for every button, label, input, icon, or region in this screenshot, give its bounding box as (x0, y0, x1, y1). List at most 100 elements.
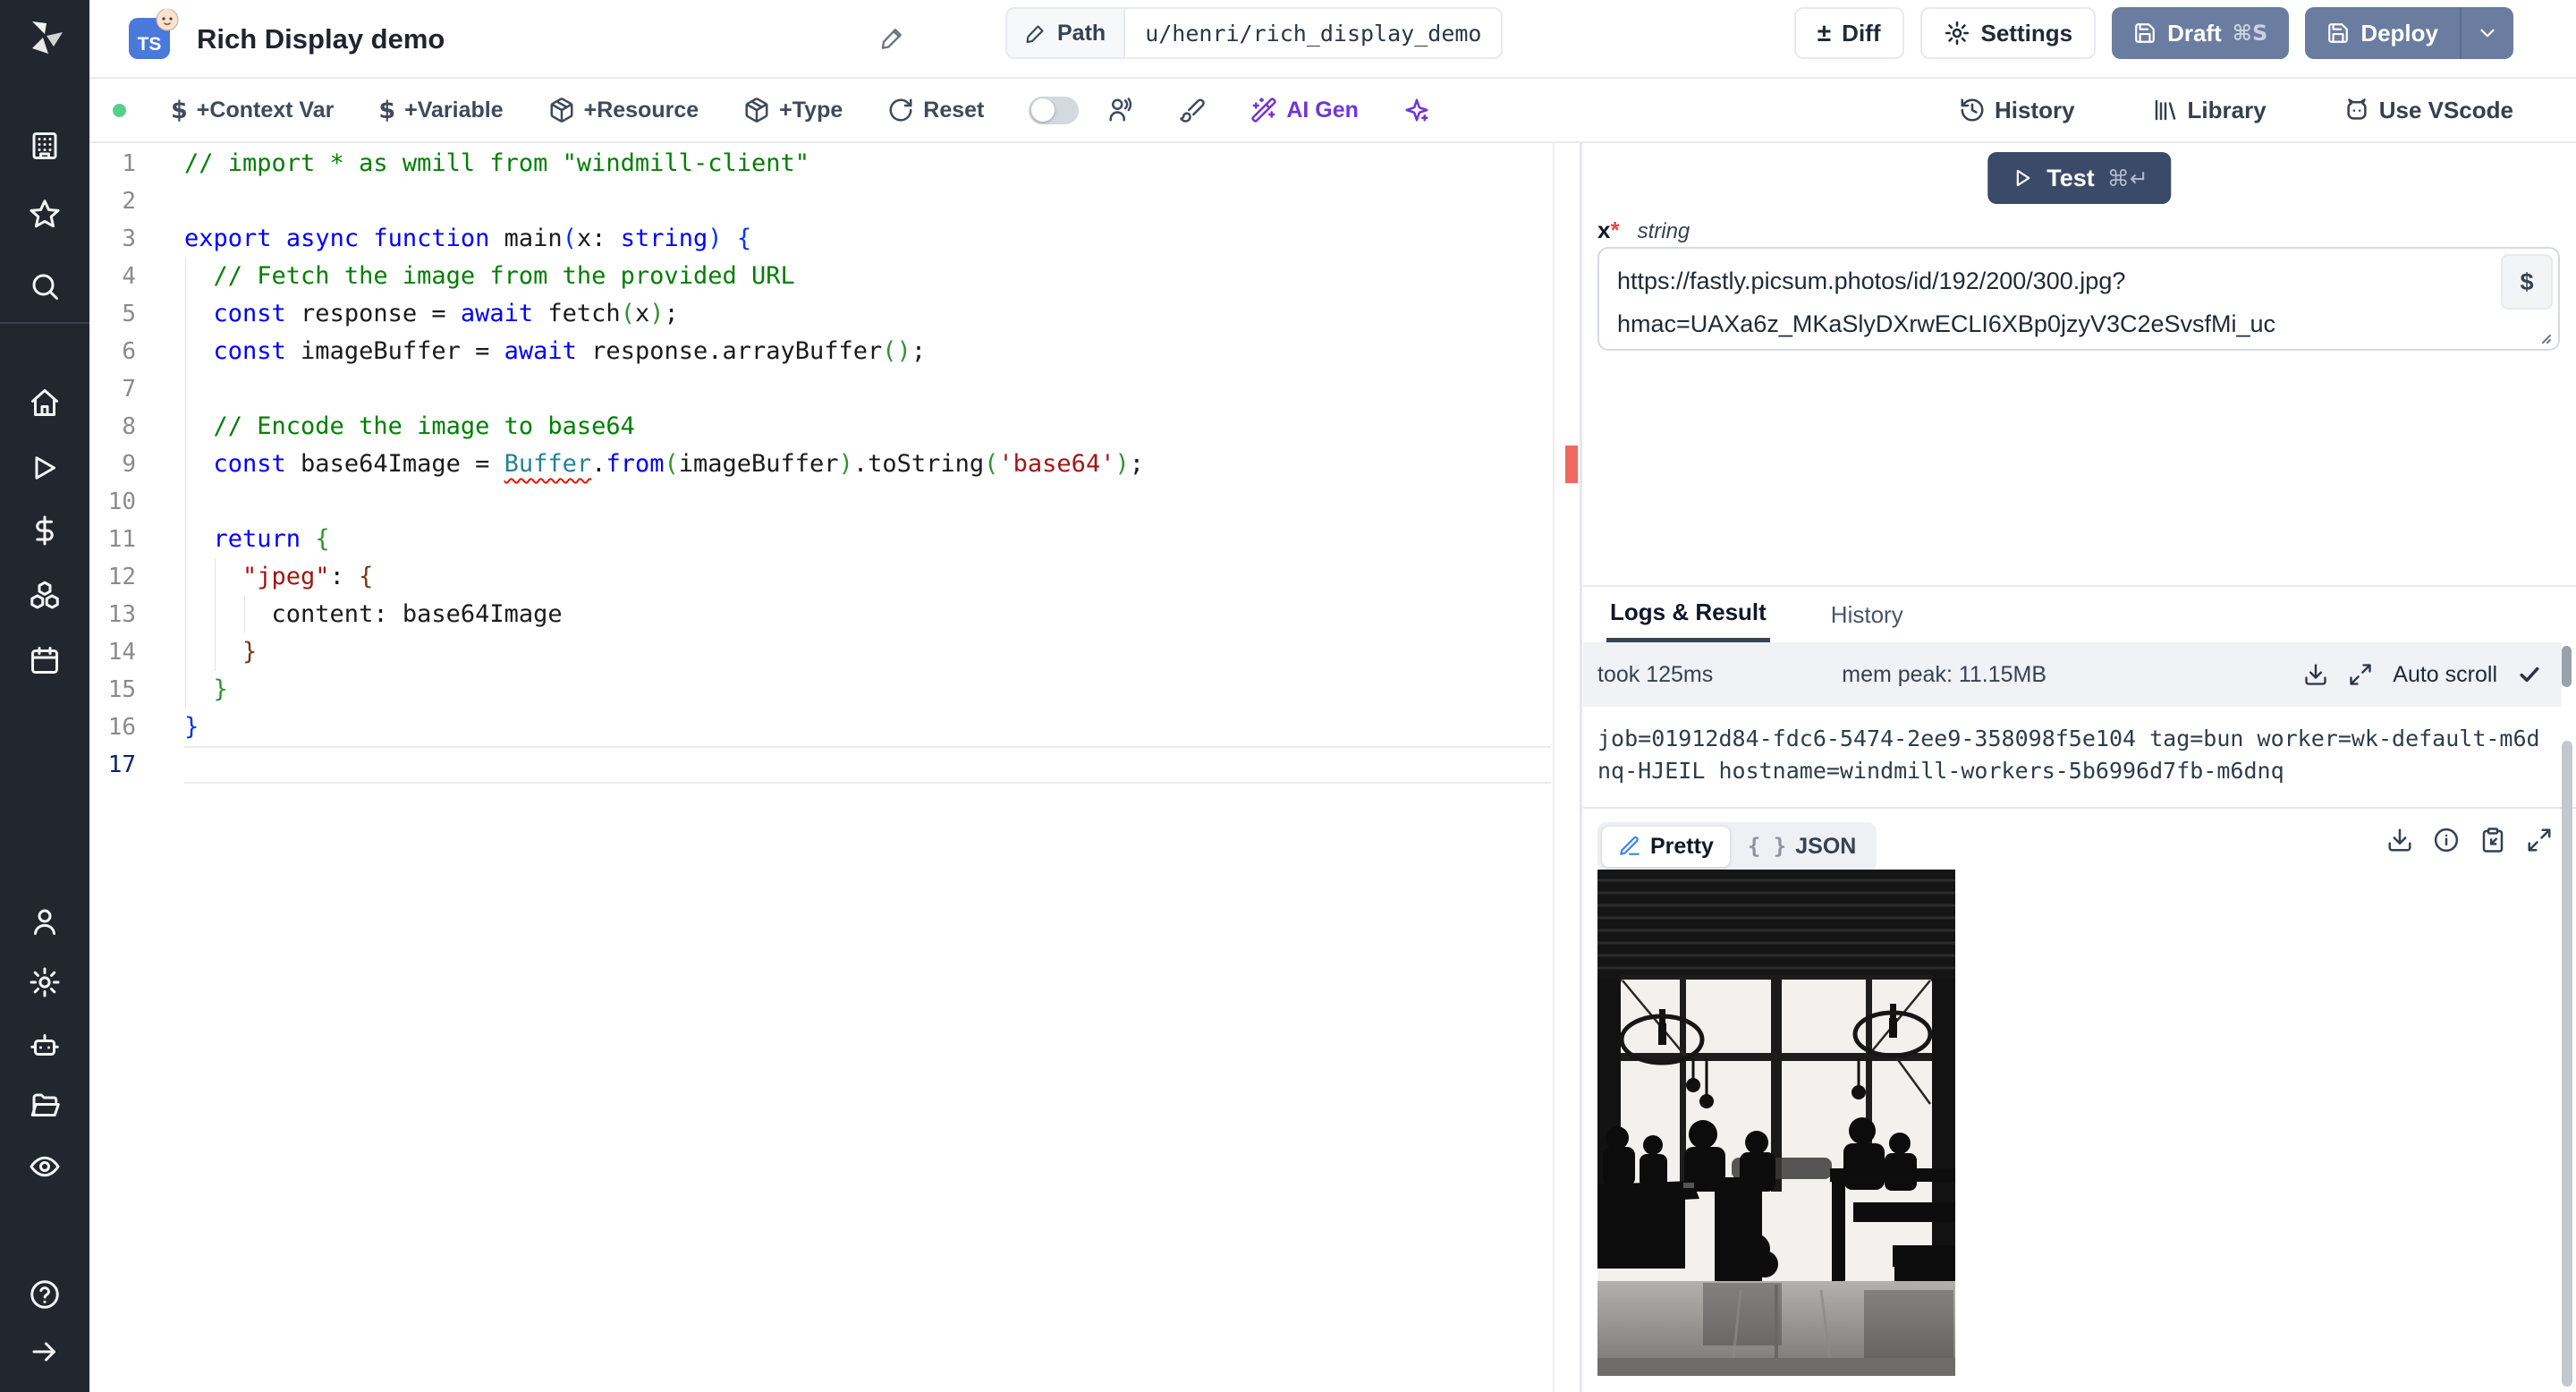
line-number: 6 (122, 338, 136, 365)
topbar-actions: ± Diff Settings Draft ⌘S Deploy (1793, 7, 2513, 59)
history-button[interactable]: History (1959, 97, 2075, 124)
tab-pretty[interactable]: Pretty (1602, 826, 1730, 867)
add-resource-button[interactable]: +Resource (548, 97, 699, 123)
add-type-button[interactable]: +Type (743, 97, 843, 123)
code-line[interactable]: 8 // Encode the image to base64 (89, 408, 1580, 446)
help-icon[interactable] (29, 1278, 61, 1311)
code-line[interactable]: 14 } (89, 633, 1580, 671)
add-context-var-button[interactable]: $ +Context Var (171, 97, 334, 124)
code-editor[interactable]: 1// import * as wmill from "windmill-cli… (89, 143, 1580, 1392)
result-view-switcher: Pretty { } JSON (1597, 819, 1877, 873)
format-brush-icon[interactable] (1179, 97, 1206, 123)
code-line[interactable]: 17 (89, 746, 1580, 784)
path-edit-button[interactable]: Path (1007, 9, 1126, 57)
arg-type: string (1637, 219, 1690, 243)
required-asterisk: * (1610, 216, 1620, 243)
memory-stat: mem peak: 11.15MB (1842, 661, 2047, 687)
use-vscode-button[interactable]: Use VScode (2343, 97, 2513, 124)
variables-dollar-icon[interactable] (29, 514, 61, 547)
textarea-resize-grip[interactable] (2533, 326, 2553, 345)
code-line[interactable]: 11 return { (89, 521, 1580, 558)
deploy-dropdown-button[interactable] (2460, 7, 2513, 59)
code-line[interactable]: 7 (89, 370, 1580, 408)
multiplayer-toggle[interactable] (1029, 96, 1080, 124)
code-lines: 1// import * as wmill from "windmill-cli… (89, 145, 1580, 784)
maximize-result-icon[interactable] (2526, 827, 2553, 853)
deploy-button[interactable]: Deploy (2305, 7, 2460, 59)
code-line[interactable]: 4 // Fetch the image from the provided U… (89, 258, 1580, 295)
tab-logs-result[interactable]: Logs & Result (1606, 587, 1770, 642)
job-log-line: job=01912d84-fdc6-5474-2ee9-358098f5e104… (1597, 726, 2540, 784)
dollar-icon: $ (171, 96, 188, 124)
topbar: TS Rich Display demo Path u/henri/rich_d… (89, 0, 2576, 79)
code-line[interactable]: 9 const base64Image = Buffer.from(imageB… (89, 446, 1580, 483)
code-line[interactable]: 16} (89, 709, 1580, 746)
tab-history[interactable]: History (1827, 587, 1907, 642)
error-marker[interactable] (1565, 446, 1578, 483)
download-result-icon[interactable] (2386, 827, 2413, 853)
diff-button[interactable]: ± Diff (1793, 7, 1904, 59)
insert-variable-button[interactable]: $ (2501, 254, 2553, 310)
folders-icon[interactable] (29, 1090, 61, 1122)
reset-button[interactable]: Reset (887, 97, 984, 123)
audit-eye-icon[interactable] (29, 1150, 61, 1183)
code-line[interactable]: 10 (89, 483, 1580, 521)
workspace-icon[interactable] (29, 130, 61, 162)
result-actions (2386, 827, 2553, 853)
ai-gen-button[interactable]: AI Gen (1250, 97, 1359, 123)
gear-icon (1944, 20, 1970, 47)
schedules-calendar-icon[interactable] (29, 644, 61, 676)
windmill-logo-icon[interactable] (23, 14, 66, 57)
resources-boxes-icon[interactable] (29, 579, 61, 611)
x-input[interactable]: https://fastly.picsum.photos/id/192/200/… (1597, 247, 2560, 351)
code-line[interactable]: 1// import * as wmill from "windmill-cli… (89, 145, 1580, 182)
clipboard-copy-icon[interactable] (2479, 827, 2506, 853)
panel-divider[interactable] (1580, 143, 1582, 1392)
test-button[interactable]: Test ⌘↵ (1987, 152, 2172, 204)
sparkles-icon[interactable] (1403, 97, 1430, 123)
code-line[interactable]: 15 } (89, 671, 1580, 709)
auto-scroll-label[interactable]: Auto scroll (2393, 662, 2497, 688)
draft-shortcut: ⌘S (2232, 21, 2268, 46)
draft-button[interactable]: Draft ⌘S (2112, 7, 2290, 59)
line-number: 15 (107, 676, 136, 703)
favorites-star-icon[interactable] (29, 198, 61, 230)
library-button[interactable]: Library (2152, 97, 2267, 124)
code-line[interactable]: 3 export async function main(x: string) { (89, 220, 1580, 258)
runs-play-icon[interactable] (29, 452, 61, 484)
history-clock-icon (1961, 98, 1984, 122)
expand-logs-icon[interactable] (2348, 662, 2373, 687)
logs-scrollbar[interactable] (2562, 646, 2572, 687)
workers-bot-icon[interactable] (29, 1029, 61, 1061)
line-number: 14 (107, 639, 136, 666)
path-label: Path (1057, 20, 1106, 46)
test-shortcut: ⌘↵ (2106, 165, 2148, 191)
expand-sidebar-arrow-icon[interactable] (29, 1336, 61, 1368)
settings-button[interactable]: Settings (1919, 7, 2097, 59)
settings-gear-icon[interactable] (29, 966, 61, 998)
line-number: 4 (122, 263, 136, 290)
overview-ruler (1553, 143, 1555, 1392)
download-logs-icon[interactable] (2303, 662, 2328, 687)
result-scrollbar[interactable] (2562, 741, 2572, 1387)
home-icon[interactable] (29, 386, 61, 419)
run-panel: Test ⌘↵ x* string https://fastly.picsum.… (1583, 143, 2576, 1392)
code-line[interactable]: 12 "jpeg": { (89, 558, 1580, 596)
code-line[interactable]: 13 content: base64Image (89, 596, 1580, 633)
status-green-dot (113, 103, 126, 117)
multiplayer-users-icon[interactable] (1107, 97, 1134, 123)
path-value: u/henri/rich_display_demo (1145, 20, 1482, 47)
edit-summary-pencil-icon[interactable] (880, 25, 905, 50)
code-line[interactable]: 6 const imageBuffer = await response.arr… (89, 333, 1580, 370)
tab-json[interactable]: { } JSON (1732, 827, 1872, 867)
line-number: 17 (107, 751, 136, 778)
check-icon[interactable] (2517, 662, 2542, 687)
line-number: 1 (122, 150, 136, 177)
code-line[interactable]: 5 const response = await fetch(x); (89, 295, 1580, 333)
play-icon (2016, 169, 2030, 187)
search-icon[interactable] (29, 270, 61, 302)
add-variable-button[interactable]: $ +Variable (378, 97, 503, 124)
user-icon[interactable] (29, 905, 61, 938)
info-icon[interactable] (2433, 827, 2460, 853)
code-line[interactable]: 2 (89, 182, 1580, 220)
